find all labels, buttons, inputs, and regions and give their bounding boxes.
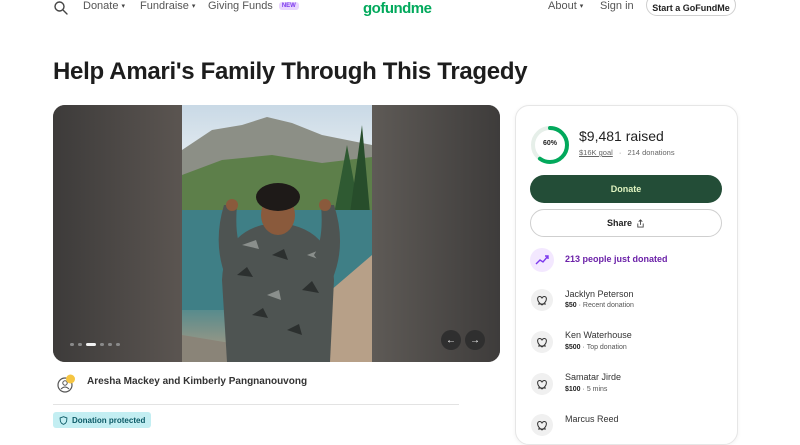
media-blur-right: [372, 105, 500, 362]
nav-about-label: About: [548, 0, 577, 12]
donor-note: 5 mins: [586, 386, 608, 393]
donor-amount: $500: [565, 344, 581, 351]
start-gofundme-button[interactable]: Start a GoFundMe: [646, 0, 736, 16]
nav-donate[interactable]: Donate ▾: [83, 0, 125, 12]
nav-fundraise[interactable]: Fundraise ▾: [140, 0, 195, 12]
carousel-next-button[interactable]: →: [465, 330, 485, 350]
chevron-down-icon: ▾: [121, 3, 125, 10]
organizer-names[interactable]: Aresha Mackey and Kimberly Pangnanouvong: [87, 376, 307, 387]
carousel-dot[interactable]: [100, 343, 104, 346]
trending-icon: [530, 248, 554, 272]
amount-raised: $9,481 raised: [579, 128, 664, 144]
heart-donation-icon: [531, 289, 553, 311]
donor-name[interactable]: Samatar Jirde: [565, 372, 621, 382]
donations-count: 214 donations: [627, 148, 675, 157]
gofundme-logo[interactable]: gofundme: [363, 0, 432, 17]
nav-about[interactable]: About ▾: [548, 0, 583, 12]
recent-donations-count: 213 people just donated: [565, 254, 668, 264]
chevron-down-icon: ▾: [191, 3, 196, 10]
new-badge: NEW: [278, 2, 299, 10]
donation-protected-badge[interactable]: Donation protected: [53, 412, 152, 428]
donation-protected-label: Donation protected: [72, 415, 146, 425]
campaign-photo: [182, 105, 372, 362]
goal-link[interactable]: $16K goal: [579, 148, 613, 157]
search-icon[interactable]: [53, 0, 69, 16]
arrow-right-icon: →: [470, 334, 480, 346]
carousel-indicator: [70, 343, 120, 346]
donor-name[interactable]: Ken Waterhouse: [565, 330, 632, 340]
chevron-down-icon: ▾: [579, 3, 584, 10]
page-title: Help Amari's Family Through This Tragedy: [53, 58, 528, 85]
arrow-left-icon: ←: [446, 334, 456, 346]
donor-name[interactable]: Marcus Reed: [565, 414, 619, 424]
donate-button[interactable]: Donate: [530, 175, 722, 203]
donor-amount: $100: [565, 386, 581, 393]
heart-donation-icon: [531, 414, 553, 436]
carousel-prev-button[interactable]: ←: [441, 330, 461, 350]
donor-note: Top donation: [586, 344, 627, 351]
carousel-dot[interactable]: [70, 343, 74, 346]
nav-donate-label: Donate: [83, 0, 119, 12]
campaign-photo-illustration: [182, 117, 372, 362]
progress-percent: 60%: [542, 140, 557, 147]
carousel-dot[interactable]: [108, 343, 112, 346]
heart-donation-icon: [531, 373, 553, 395]
donor-note: Recent donation: [582, 302, 634, 309]
nav-giving-funds-label: Giving Funds: [208, 0, 273, 12]
donor-name[interactable]: Jacklyn Peterson: [565, 289, 634, 299]
media-blur-left: [53, 105, 182, 362]
organizer-avatar[interactable]: [56, 374, 76, 394]
campaign-media-carousel[interactable]: ← →: [53, 105, 500, 362]
goal-summary: $16K goal · 214 donations: [579, 148, 675, 157]
share-label: Share: [606, 218, 632, 228]
share-button[interactable]: Share: [530, 209, 722, 237]
carousel-dot[interactable]: [116, 343, 120, 346]
nav-sign-in-label: Sign in: [600, 0, 634, 12]
nav-sign-in[interactable]: Sign in: [600, 0, 634, 12]
donor-detail: $100 · 5 mins: [565, 386, 608, 393]
donor-detail: $50 · Recent donation: [565, 302, 634, 309]
donor-detail: $500 · Top donation: [565, 344, 627, 351]
share-icon: [637, 218, 644, 228]
shield-icon: [59, 415, 68, 425]
nav-giving-funds[interactable]: Giving Funds NEW: [208, 0, 299, 12]
nav-fundraise-label: Fundraise: [140, 0, 189, 12]
carousel-dot-active[interactable]: [86, 343, 96, 346]
separator-dot: ·: [618, 148, 622, 157]
carousel-dot[interactable]: [78, 343, 82, 346]
divider: [53, 404, 459, 405]
donor-amount: $50: [565, 302, 577, 309]
heart-donation-icon: [531, 331, 553, 353]
top-nav: Donate ▾ Fundraise ▾ Giving Funds NEW go…: [0, 0, 800, 18]
